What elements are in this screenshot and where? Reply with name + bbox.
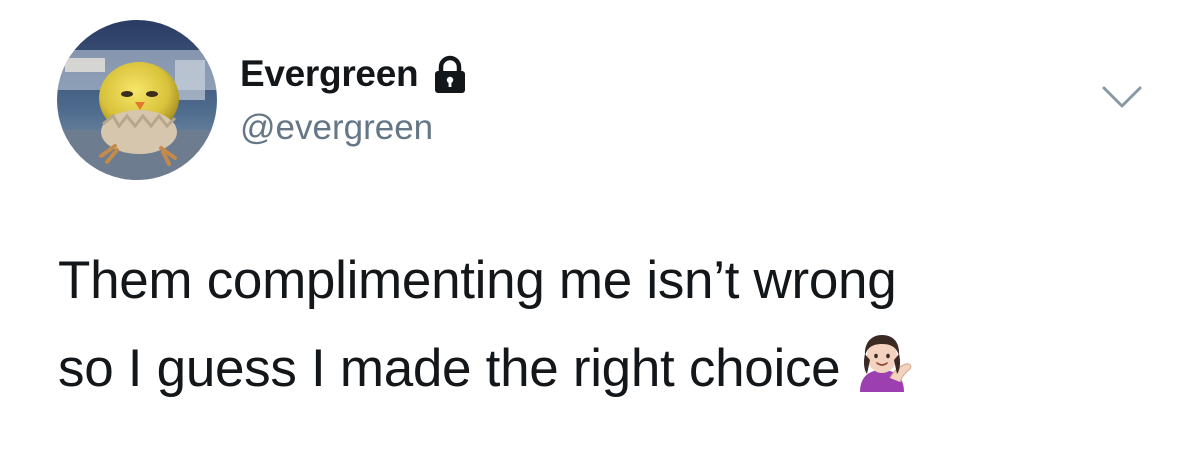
user-handle[interactable]: @evergreen [240,108,470,148]
tweet-text-line-2-wrap: so I guess I made the right choice [58,325,1158,413]
tweet-text-line-1: Them complimenting me isn’t wrong [58,251,897,310]
woman-tipping-hand-emoji-icon [850,330,914,394]
tweet-header: Evergreen @evergreen [240,52,470,148]
chevron-down-icon[interactable] [1100,82,1144,112]
avatar-image [57,20,217,180]
tweet-text: Them complimenting me isn’t wrong so I g… [58,237,1158,413]
tweet-text-line-2: so I guess I made the right choice [58,339,841,398]
name-row: Evergreen [240,52,470,96]
lock-icon [430,55,470,95]
avatar[interactable] [57,20,217,180]
display-name[interactable]: Evergreen [240,53,419,95]
tweet-card: Evergreen @evergreen Them complimenting … [0,0,1200,466]
